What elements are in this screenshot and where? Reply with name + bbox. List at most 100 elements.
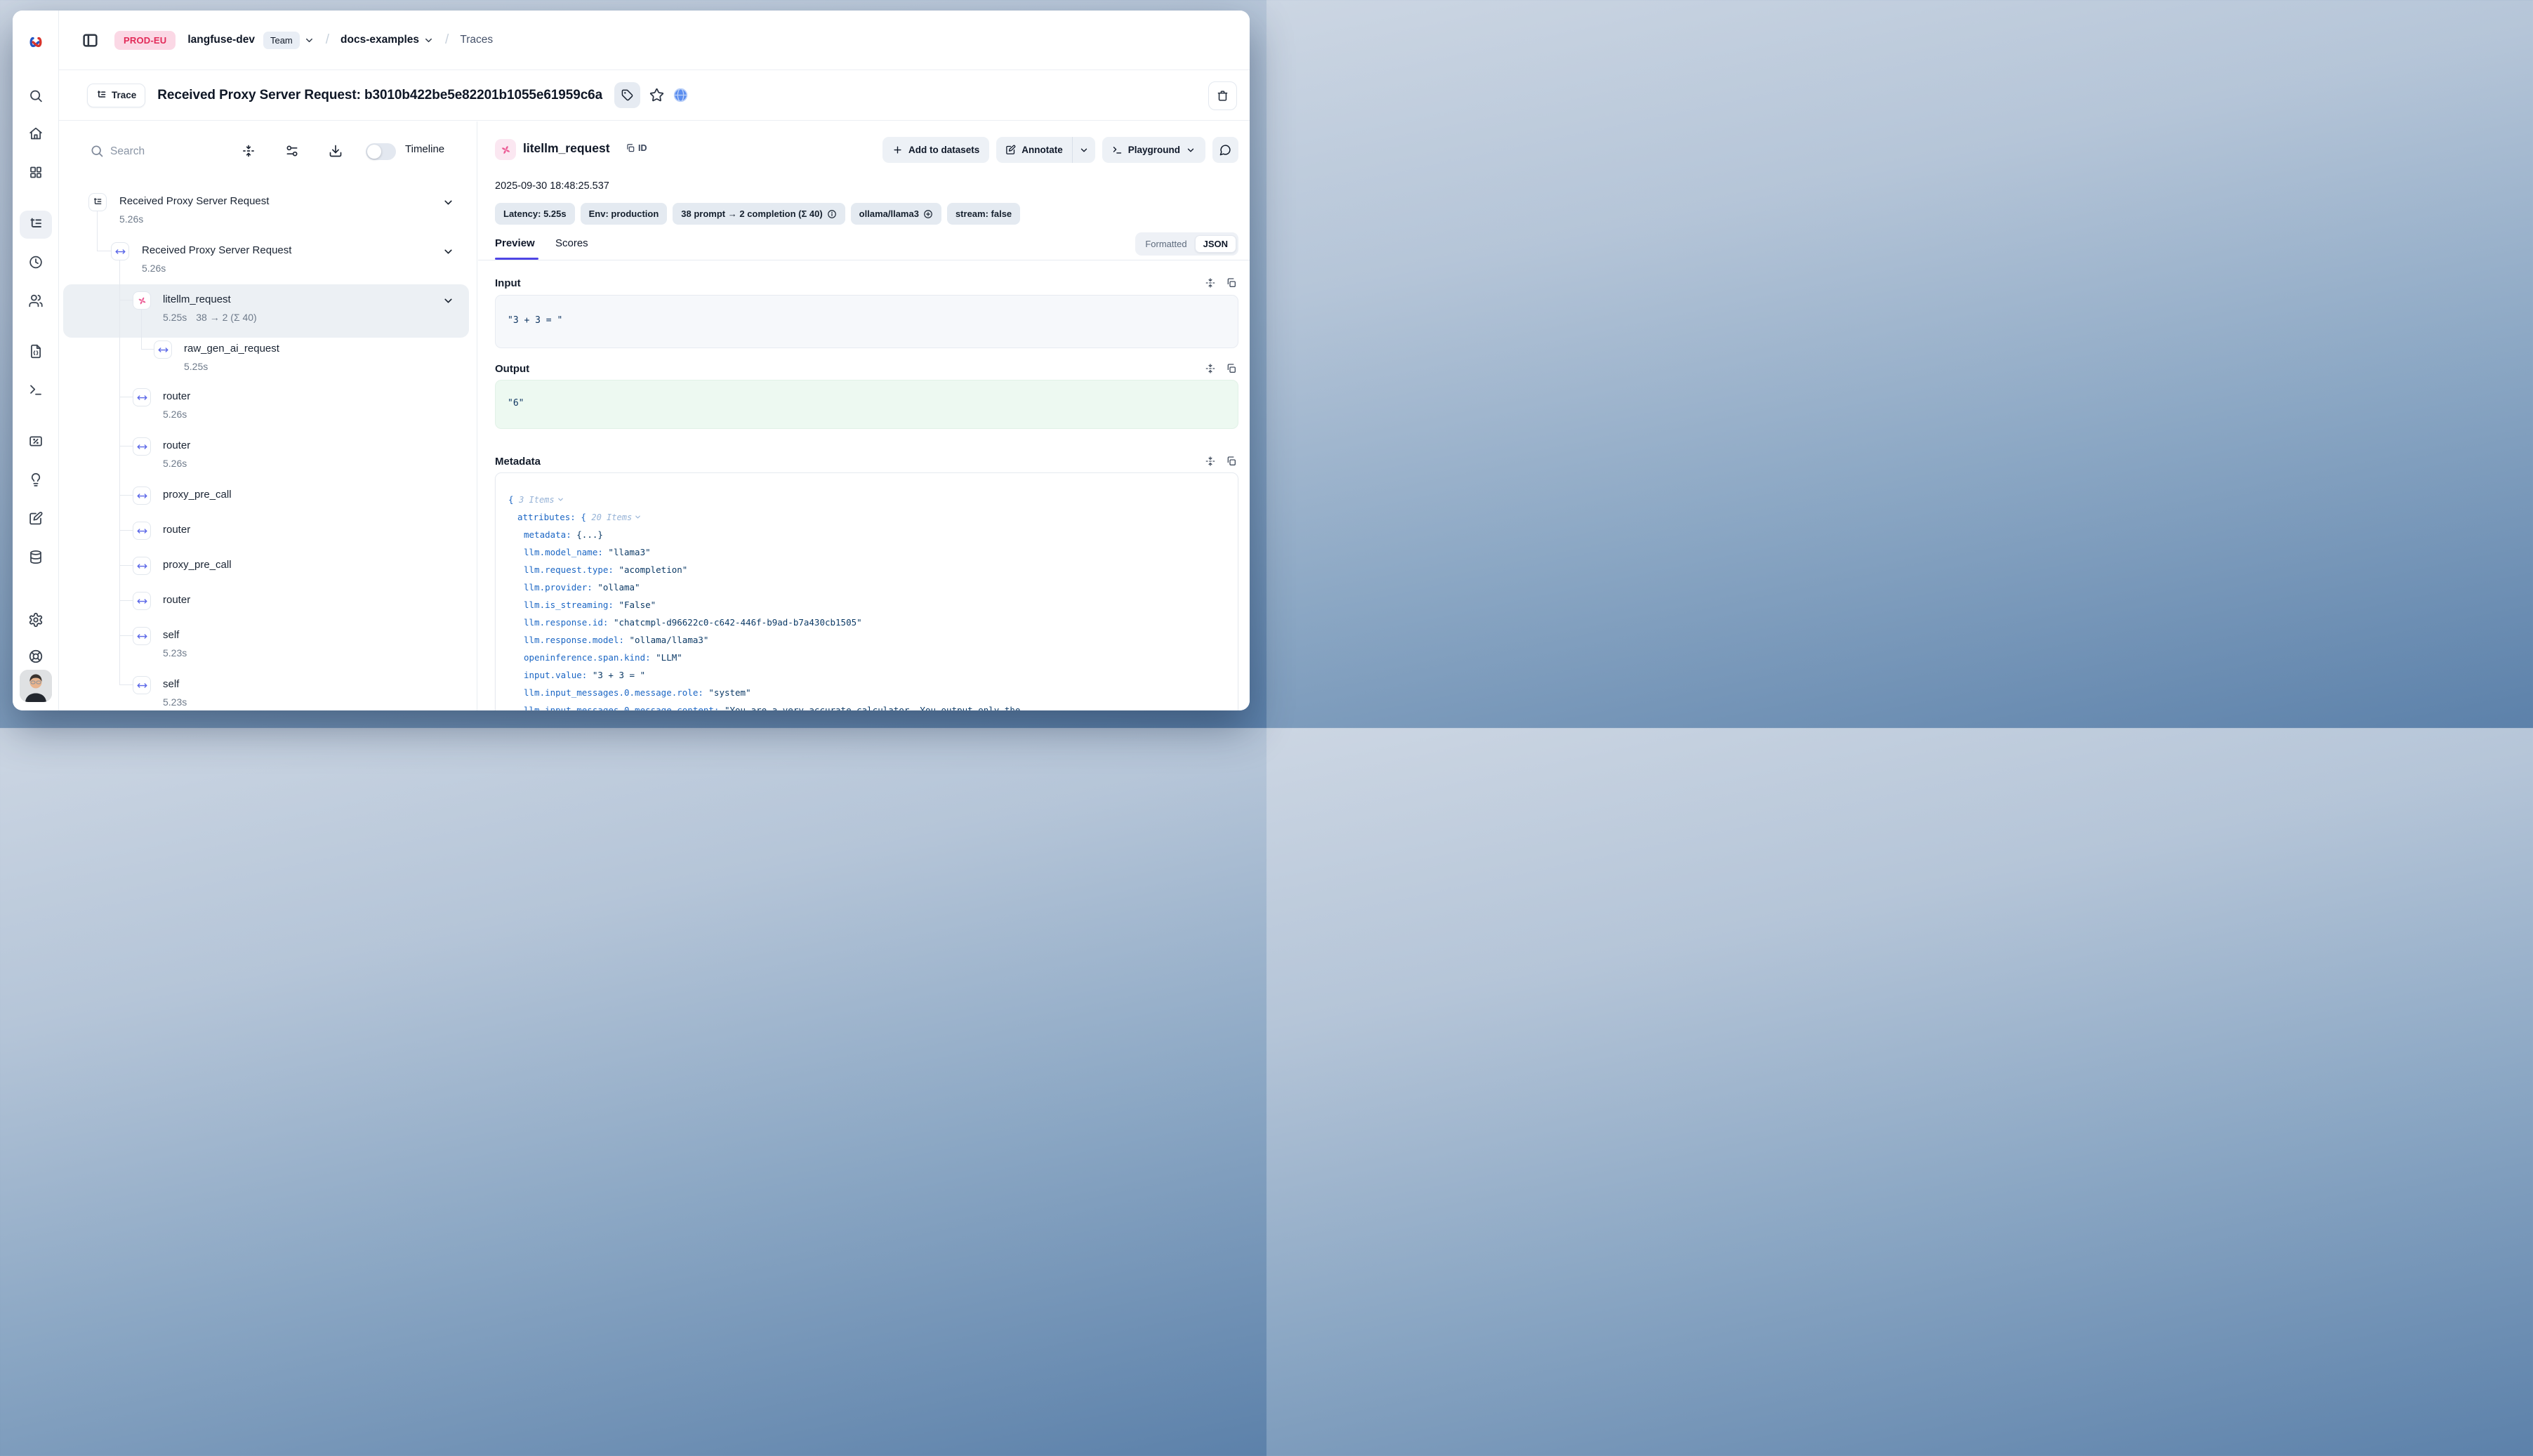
tree-row-label: Received Proxy Server Request [119, 195, 269, 207]
evals-percent-icon[interactable] [28, 434, 43, 449]
observation-detail-panel: litellm_request ID Add to datasets Annot… [478, 121, 1250, 710]
dashboard-icon[interactable] [28, 165, 43, 180]
settings-gear-icon[interactable] [28, 612, 44, 628]
add-to-datasets-button[interactable]: Add to datasets [882, 137, 989, 163]
copy-id-button[interactable]: ID [626, 143, 647, 153]
observation-title: litellm_request [523, 141, 610, 156]
langfuse-logo[interactable] [27, 33, 45, 51]
annotate-dropdown-chevron[interactable] [1073, 137, 1095, 163]
user-avatar[interactable] [20, 670, 52, 702]
metadata-json-box: { 3 Items attributes: { 20 Items metadat… [495, 472, 1238, 710]
span-arrows-icon [133, 437, 151, 456]
tree-row-label: proxy_pre_call [163, 489, 232, 501]
copy-icon[interactable] [1226, 456, 1237, 467]
observation-timestamp: 2025-09-30 18:48:25.537 [495, 180, 609, 192]
star-icon[interactable] [649, 88, 664, 102]
lightbulb-icon[interactable] [28, 472, 43, 487]
format-formatted-option[interactable]: Formatted [1137, 235, 1194, 253]
env-badge: Env: production [581, 203, 668, 225]
support-lifebuoy-icon[interactable] [28, 649, 44, 664]
timeline-toggle[interactable] [366, 143, 396, 160]
selected-row-highlight [63, 284, 469, 338]
json-line: openinference.span.kind: "LLM" [496, 652, 1231, 670]
tree-toolbar: Timeline [60, 135, 477, 168]
latency-badge: Latency: 5.25s [495, 203, 575, 225]
collapse-all-icon[interactable] [242, 144, 256, 158]
model-badge[interactable]: ollama/llama3 [851, 203, 941, 225]
annotation-pen-icon[interactable] [28, 511, 43, 526]
download-icon[interactable] [329, 144, 343, 158]
span-arrows-icon [133, 557, 151, 575]
org-type-badge: Team [263, 32, 300, 49]
input-section-icons [1205, 277, 1237, 289]
copy-icon[interactable] [1226, 363, 1237, 374]
generation-icon [495, 139, 516, 160]
search-icon[interactable] [28, 88, 43, 103]
span-arrows-icon [133, 592, 151, 610]
tab-preview[interactable]: Preview [495, 237, 535, 249]
filter-settings-icon[interactable] [285, 144, 299, 158]
json-line: llm.input_messages.0.message.role: "syst… [496, 687, 1231, 705]
collapse-icon[interactable] [1205, 277, 1216, 289]
span-arrows-icon [154, 340, 172, 359]
users-icon[interactable] [28, 293, 43, 308]
tree-row-label: router [163, 524, 190, 536]
top-navigation: PROD-EU langfuse-dev Team / docs-example… [59, 11, 1250, 70]
search-input[interactable] [110, 141, 216, 162]
tag-icon[interactable] [614, 82, 640, 108]
project-name[interactable]: docs-examples [340, 34, 419, 46]
trace-tree-icon [96, 90, 107, 100]
copy-icon[interactable] [1226, 277, 1237, 289]
sidebar-toggle-icon[interactable] [81, 32, 99, 49]
globe-icon[interactable] [673, 87, 689, 103]
span-arrows-icon [133, 627, 151, 645]
sessions-clock-icon[interactable] [28, 255, 43, 270]
project-chevron-down-icon[interactable] [423, 35, 434, 46]
tree-row-duration: 5.26s [142, 263, 166, 274]
plus-icon [892, 145, 903, 155]
collapse-icon[interactable] [1205, 456, 1216, 467]
comments-button[interactable] [1212, 137, 1238, 163]
home-icon[interactable] [28, 126, 43, 141]
timeline-label: Timeline [405, 143, 444, 155]
output-value-box: "6" [495, 380, 1238, 429]
breadcrumb-section[interactable]: Traces [460, 34, 493, 46]
tree-row-duration: 5.23s [163, 647, 187, 658]
prompts-file-icon[interactable] [28, 344, 43, 359]
datasets-database-icon[interactable] [28, 550, 43, 564]
tree-row-label: raw_gen_ai_request [184, 343, 279, 355]
span-arrows-icon [133, 676, 151, 694]
json-line[interactable]: metadata: {...} [496, 529, 1231, 547]
chevron-down-icon[interactable] [442, 197, 454, 209]
org-chevron-down-icon[interactable] [304, 35, 315, 46]
chevron-down-icon[interactable] [442, 295, 454, 307]
json-line[interactable]: { 3 Items [496, 494, 1231, 512]
chevron-down-icon[interactable] [442, 246, 454, 258]
json-line: input.value: "3 + 3 = " [496, 670, 1231, 687]
collapse-icon[interactable] [1205, 363, 1216, 374]
breadcrumb-separator: / [326, 32, 329, 48]
tree-row-duration: 5.25s38 → 2 (Σ 40) [163, 312, 257, 323]
stream-badge: stream: false [947, 203, 1020, 225]
tab-scores[interactable]: Scores [555, 237, 588, 249]
metadata-section-icons [1205, 456, 1237, 467]
playground-terminal-icon[interactable] [28, 383, 43, 397]
square-pen-icon [1005, 145, 1016, 155]
observation-tree-panel: Timeline Received Proxy Server Request 5… [60, 121, 477, 710]
search-icon [90, 144, 104, 158]
environment-badge: PROD-EU [114, 31, 176, 50]
output-section-icons [1205, 363, 1237, 374]
format-json-option[interactable]: JSON [1195, 235, 1236, 253]
json-line: llm.response.id: "chatcmpl-d96622c0-c642… [496, 617, 1231, 635]
org-name[interactable]: langfuse-dev [187, 34, 255, 46]
json-line[interactable]: attributes: { 20 Items [496, 512, 1231, 529]
tracing-tree-icon[interactable] [28, 217, 43, 232]
tree-row-duration: 5.26s [119, 213, 143, 225]
tree-row-label: self [163, 678, 179, 690]
playground-button[interactable]: Playground [1102, 137, 1205, 163]
json-line: llm.model_name: "llama3" [496, 547, 1231, 564]
tokens-badge[interactable]: 38 prompt → 2 completion (Σ 40) [673, 203, 845, 225]
tree-row-label: router [163, 594, 190, 606]
annotate-button[interactable]: Annotate [996, 137, 1072, 163]
delete-trace-button[interactable] [1208, 81, 1237, 110]
